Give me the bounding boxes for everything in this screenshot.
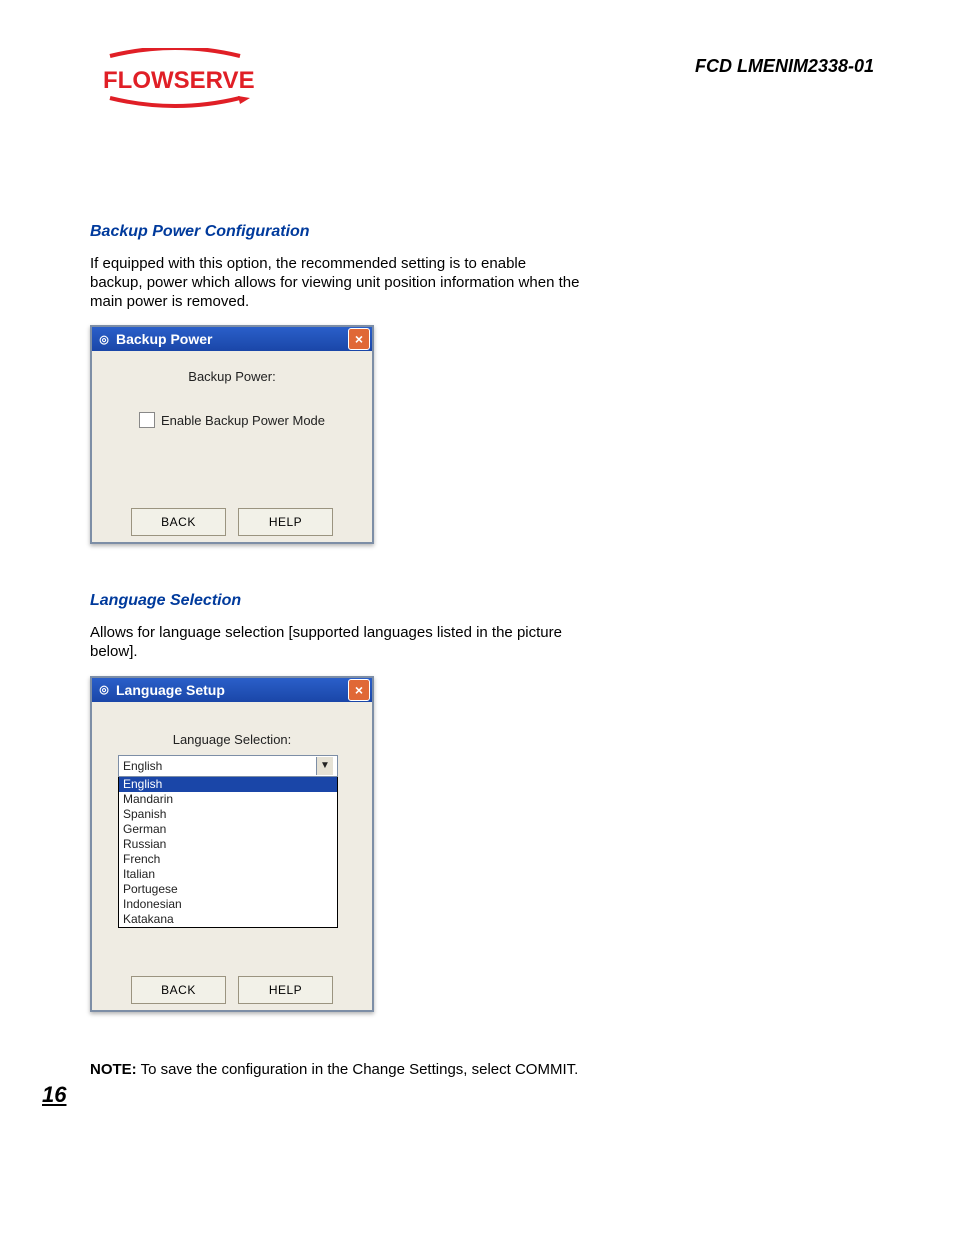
help-button[interactable]: HELP xyxy=(238,976,333,1004)
checkbox-icon[interactable] xyxy=(139,412,155,428)
dialog-titlebar: ◎ Backup Power × xyxy=(92,327,372,351)
language-selection-label: Language Selection: xyxy=(98,732,366,747)
note-text: NOTE: To save the configuration in the C… xyxy=(90,1060,580,1080)
backup-power-dialog: ◎ Backup Power × Backup Power: Enable Ba… xyxy=(90,325,374,544)
chevron-down-icon[interactable]: ▼ xyxy=(316,757,333,775)
language-dropdown[interactable]: English ▼ EnglishMandarinSpanishGermanRu… xyxy=(118,755,338,928)
section-body-language: Allows for language selection [supported… xyxy=(90,624,580,662)
dialog-button-row: BACK HELP xyxy=(98,508,366,536)
dialog-title: Language Setup xyxy=(116,682,225,698)
dropdown-item[interactable]: German xyxy=(119,822,337,837)
enable-backup-checkbox-row[interactable]: Enable Backup Power Mode xyxy=(98,412,366,428)
checkbox-label: Enable Backup Power Mode xyxy=(161,413,325,428)
dropdown-item[interactable]: Mandarin xyxy=(119,792,337,807)
dropdown-item[interactable]: Russian xyxy=(119,837,337,852)
dialog-titlebar: ◎ Language Setup × xyxy=(92,678,372,702)
dialog-title: Backup Power xyxy=(116,331,212,347)
help-button[interactable]: HELP xyxy=(238,508,333,536)
dialog-body: Backup Power: Enable Backup Power Mode B… xyxy=(92,351,372,542)
section-title-backup: Backup Power Configuration xyxy=(90,223,580,241)
note-body: To save the configuration in the Change … xyxy=(137,1061,579,1078)
dialog-button-row: BACK HELP xyxy=(98,976,366,1004)
language-setup-dialog: ◎ Language Setup × Language Selection: E… xyxy=(90,676,374,1012)
document-id: FCD LMENIM2338-01 xyxy=(695,48,874,77)
dropdown-item[interactable]: French xyxy=(119,852,337,867)
dropdown-selected: English xyxy=(123,759,162,773)
document-page: FLOWSERVE FCD LMENIM2338-01 Backup Power… xyxy=(0,0,954,1235)
flowserve-logo: FLOWSERVE xyxy=(90,48,260,108)
app-icon: ◎ xyxy=(96,331,112,347)
svg-text:FLOWSERVE: FLOWSERVE xyxy=(103,67,255,94)
app-icon: ◎ xyxy=(96,682,112,698)
dialog-body: Language Selection: English ▼ EnglishMan… xyxy=(92,702,372,1010)
dropdown-list[interactable]: EnglishMandarinSpanishGermanRussianFrenc… xyxy=(118,777,338,928)
dropdown-item[interactable]: Portugese xyxy=(119,882,337,897)
dropdown-item[interactable]: Spanish xyxy=(119,807,337,822)
dropdown-item[interactable]: Indonesian xyxy=(119,897,337,912)
page-number: 16 xyxy=(42,1082,66,1108)
dropdown-item[interactable]: Italian xyxy=(119,867,337,882)
back-button[interactable]: BACK xyxy=(131,508,226,536)
dropdown-field[interactable]: English ▼ xyxy=(118,755,338,777)
note-label: NOTE: xyxy=(90,1061,137,1078)
page-header: FLOWSERVE FCD LMENIM2338-01 xyxy=(90,48,874,108)
close-button[interactable]: × xyxy=(348,679,370,701)
section-body-backup: If equipped with this option, the recomm… xyxy=(90,255,580,311)
back-button[interactable]: BACK xyxy=(131,976,226,1004)
dropdown-item[interactable]: Katakana xyxy=(119,912,337,927)
backup-power-label: Backup Power: xyxy=(98,369,366,384)
section-title-language: Language Selection xyxy=(90,592,580,610)
dropdown-item[interactable]: English xyxy=(119,777,337,792)
close-button[interactable]: × xyxy=(348,328,370,350)
content-column: Backup Power Configuration If equipped w… xyxy=(90,223,580,1079)
